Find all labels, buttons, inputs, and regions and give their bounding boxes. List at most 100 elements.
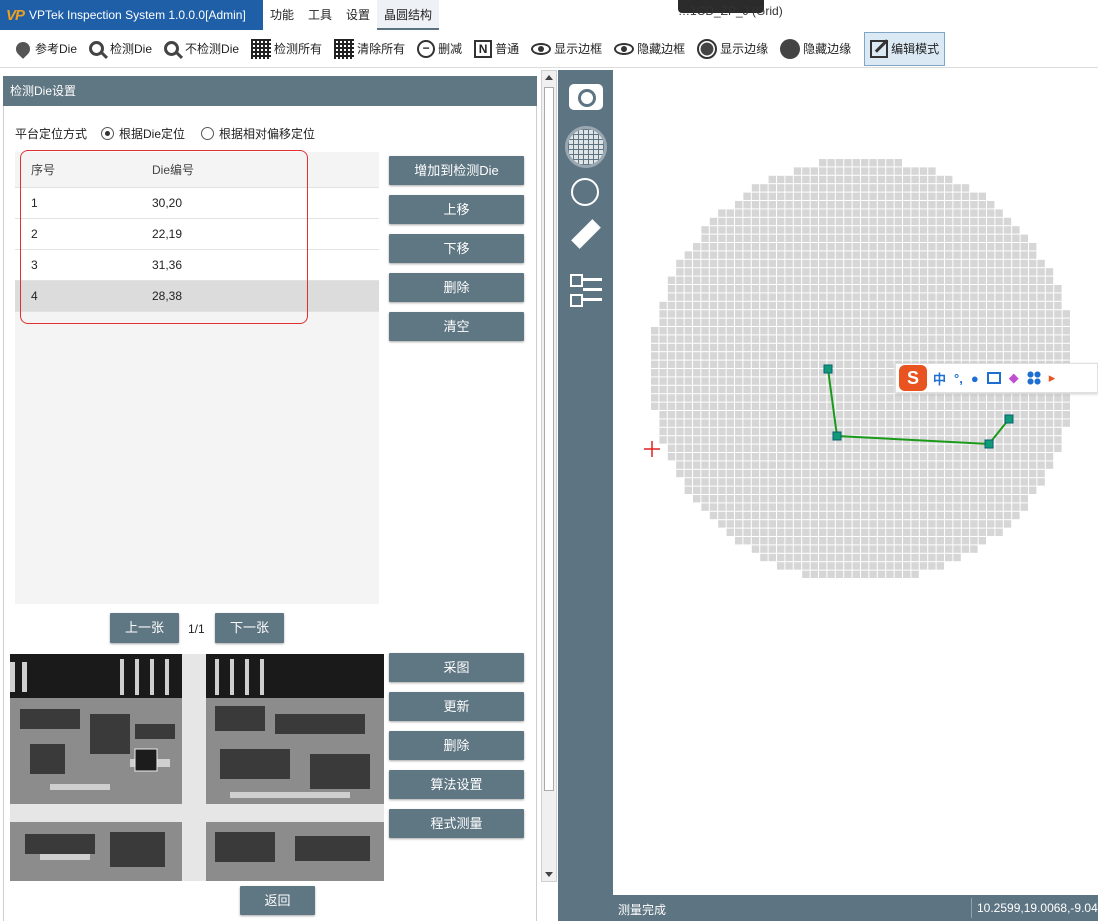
die-cell[interactable]	[844, 360, 852, 368]
die-cell[interactable]	[852, 528, 860, 536]
die-cell[interactable]	[768, 486, 776, 494]
die-cell[interactable]	[751, 268, 760, 276]
die-cell[interactable]	[953, 217, 961, 226]
prev-page-button[interactable]: 上一张	[110, 613, 179, 643]
die-cell[interactable]	[953, 427, 961, 436]
die-cell[interactable]	[861, 402, 869, 410]
die-cell[interactable]	[936, 268, 944, 276]
die-cell[interactable]	[903, 419, 911, 427]
die-cell[interactable]	[919, 251, 928, 259]
die-cell[interactable]	[1012, 469, 1020, 478]
die-cell[interactable]	[844, 234, 852, 242]
die-cell[interactable]	[709, 318, 718, 326]
die-cell[interactable]	[877, 234, 886, 242]
die-cell[interactable]	[718, 478, 726, 486]
die-cell[interactable]	[1045, 436, 1054, 444]
die-cell[interactable]	[684, 377, 692, 385]
die-cell[interactable]	[760, 335, 768, 343]
die-cell[interactable]	[1020, 293, 1028, 301]
show-border-button[interactable]: 显示边框	[526, 32, 607, 66]
die-cell[interactable]	[701, 461, 709, 469]
die-cell[interactable]	[852, 352, 860, 360]
die-cell[interactable]	[676, 453, 684, 461]
die-cell[interactable]	[861, 335, 869, 343]
die-cell[interactable]	[726, 259, 734, 268]
die-cell[interactable]	[911, 562, 919, 570]
die-cell[interactable]	[819, 503, 827, 511]
die-cell[interactable]	[768, 385, 776, 394]
table-row-selected[interactable]: 4 28,38	[15, 281, 379, 312]
die-cell[interactable]	[827, 201, 835, 209]
die-cell[interactable]	[953, 318, 961, 326]
die-cell[interactable]	[928, 411, 936, 419]
die-cell[interactable]	[936, 503, 944, 511]
normal-button[interactable]: N 普通	[469, 32, 524, 66]
die-cell[interactable]	[701, 360, 709, 368]
die-cell[interactable]	[953, 327, 961, 335]
die-cell[interactable]	[987, 293, 995, 301]
die-cell[interactable]	[945, 553, 953, 562]
inspect-all-button[interactable]: 检测所有	[246, 32, 327, 66]
die-cell[interactable]	[667, 369, 676, 377]
die-cell[interactable]	[793, 377, 802, 385]
die-cell[interactable]	[726, 301, 734, 310]
die-cell[interactable]	[701, 226, 709, 234]
die-cell[interactable]	[978, 486, 986, 494]
die-cell[interactable]	[886, 310, 894, 318]
die-cell[interactable]	[751, 411, 760, 419]
die-cell[interactable]	[945, 175, 953, 184]
die-cell[interactable]	[777, 402, 785, 410]
die-cell[interactable]	[819, 335, 827, 343]
die-cell[interactable]	[793, 444, 802, 452]
die-cell[interactable]	[827, 209, 835, 217]
die-cell[interactable]	[919, 537, 928, 545]
die-cell[interactable]	[945, 335, 953, 343]
die-cell[interactable]	[701, 352, 709, 360]
die-cell[interactable]	[743, 276, 751, 284]
die-cell[interactable]	[709, 385, 718, 394]
die-cell[interactable]	[844, 394, 852, 402]
die-cell[interactable]	[1045, 301, 1054, 310]
die-cell[interactable]	[1003, 469, 1012, 478]
die-cell[interactable]	[861, 520, 869, 528]
die-cell[interactable]	[936, 444, 944, 452]
die-cell[interactable]	[852, 192, 860, 200]
die-cell[interactable]	[869, 360, 877, 368]
die-cell[interactable]	[743, 402, 751, 410]
die-cell[interactable]	[810, 461, 818, 469]
die-cell[interactable]	[810, 360, 818, 368]
die-cell[interactable]	[978, 394, 986, 402]
die-cell[interactable]	[970, 545, 978, 553]
die-cell[interactable]	[953, 537, 961, 545]
die-cell[interactable]	[928, 318, 936, 326]
die-cell[interactable]	[1029, 394, 1037, 402]
die-cell[interactable]	[743, 285, 751, 293]
die-cell[interactable]	[726, 226, 734, 234]
die-cell[interactable]	[726, 436, 734, 444]
die-cell[interactable]	[743, 394, 751, 402]
die-cell[interactable]	[835, 520, 844, 528]
die-cell[interactable]	[768, 402, 776, 410]
die-cell[interactable]	[743, 352, 751, 360]
die-cell[interactable]	[1020, 251, 1028, 259]
die-cell[interactable]	[819, 343, 827, 352]
die-cell[interactable]	[785, 436, 793, 444]
die-cell[interactable]	[819, 478, 827, 486]
die-cell[interactable]	[768, 495, 776, 503]
die-cell[interactable]	[819, 453, 827, 461]
die-cell[interactable]	[978, 209, 986, 217]
die-cell[interactable]	[819, 486, 827, 494]
die-cell[interactable]	[919, 394, 928, 402]
die-cell[interactable]	[852, 444, 860, 452]
die-cell[interactable]	[894, 167, 902, 175]
die-cell[interactable]	[743, 343, 751, 352]
die-cell[interactable]	[760, 276, 768, 284]
die-cell[interactable]	[819, 377, 827, 385]
die-cell[interactable]	[768, 511, 776, 520]
die-cell[interactable]	[802, 343, 810, 352]
die-cell[interactable]	[802, 394, 810, 402]
die-cell[interactable]	[987, 209, 995, 217]
back-button[interactable]: 返回	[240, 886, 315, 915]
die-cell[interactable]	[861, 217, 869, 226]
die-cell[interactable]	[718, 360, 726, 368]
